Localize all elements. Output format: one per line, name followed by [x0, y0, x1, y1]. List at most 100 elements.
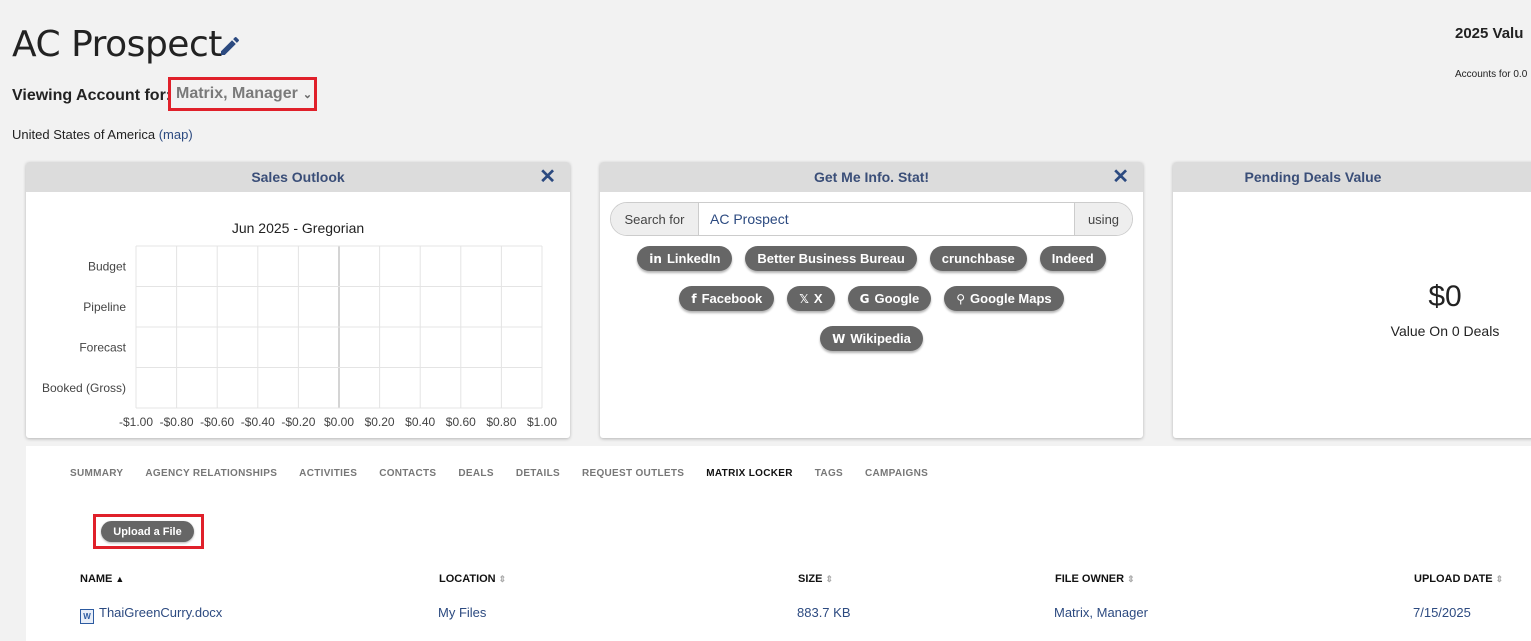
info-panel: Get Me Info. Stat! ✕ Search for AC Prosp… [600, 162, 1143, 438]
chart-svg: -$1.00 -$0.80 -$0.60 -$0.40 -$0.20 $0.00 $0.20… [42, 245, 557, 429]
tab-matrix-locker[interactable]: MATRIX LOCKER [706, 468, 793, 479]
sort-icon: ⇕ [825, 574, 833, 584]
google-icon: G [859, 291, 870, 306]
info-panel-title: Get Me Info. Stat! [813, 169, 930, 185]
column-header-label: FILE OWNER [1055, 573, 1125, 585]
tab-request-outlets[interactable]: REQUEST OUTLETS [582, 468, 684, 479]
tab-contacts[interactable]: CONTACTS [379, 468, 436, 479]
sales-outlook-panel: Sales Outlook ✕ Jun 2025 - Gregorian -$1… [26, 162, 570, 438]
linkedin-icon: in [649, 251, 662, 266]
column-header-size[interactable]: SIZE ⇕ [798, 573, 833, 585]
x-tick-label: -$0.80 [160, 415, 194, 429]
pending-deals-subtitle: Value On 0 Deals [1390, 323, 1500, 339]
upload-date-cell: 7/15/2025 [1413, 605, 1471, 620]
tab-agency-relationships[interactable]: AGENCY RELATIONSHIPS [145, 468, 277, 479]
tab-summary[interactable]: SUMMARY [70, 468, 123, 479]
sort-icon: ⇕ [1495, 574, 1504, 584]
close-icon[interactable]: ✕ [539, 162, 556, 192]
x-tick-label: $0.60 [446, 415, 476, 429]
tab-details[interactable]: DETAILS [516, 468, 560, 479]
summary-title: 2025 Valu [1455, 25, 1524, 42]
search-source-row: W Wikipedia [600, 326, 1143, 351]
search-source-label: Google Maps [970, 291, 1052, 306]
x-tick-label: -$0.60 [200, 415, 234, 429]
column-header-label: UPLOAD DATE [1414, 573, 1493, 585]
search-source-label: Google [874, 291, 920, 306]
chevron-down-icon: ⌄ [302, 88, 313, 101]
search-source-label: crunchbase [941, 251, 1015, 266]
x-tick-label: -$0.40 [241, 415, 275, 429]
account-select-value: Matrix, Manager [176, 85, 298, 102]
country-name: United States of America [12, 127, 156, 142]
file-location-cell[interactable]: My Files [438, 605, 486, 620]
search-source-label: Better Business Bureau [757, 251, 905, 266]
x-tick-label: $0.80 [486, 415, 516, 429]
close-icon[interactable]: ✕ [1112, 162, 1129, 192]
search-google-button[interactable]: G Google [847, 286, 932, 311]
map-link[interactable]: (map) [159, 127, 193, 142]
search-google-maps-button[interactable]: ⚲ Google Maps [944, 286, 1064, 311]
column-header-name[interactable]: NAME ▲ [80, 573, 124, 585]
account-select[interactable]: Matrix, Manager ⌄ [168, 77, 317, 111]
info-panel-header: Get Me Info. Stat! ✕ [600, 162, 1143, 192]
page-title: AC Prospect [12, 24, 222, 65]
column-header-upload-date[interactable]: UPLOAD DATE ⇕ [1414, 573, 1503, 585]
search-linkedin-button[interactable]: in LinkedIn [637, 246, 733, 271]
account-detail-section: SUMMARY AGENCY RELATIONSHIPS ACTIVITIES CON… [26, 446, 1531, 641]
search-source-label: Indeed [1051, 251, 1094, 266]
search-wikipedia-button[interactable]: W Wikipedia [820, 326, 923, 351]
search-source-label: Wikipedia [850, 331, 911, 346]
search-prefix: Search for [611, 203, 699, 235]
tab-tags[interactable]: TAGS [815, 468, 843, 479]
column-header-location[interactable]: LOCATION ⇕ [439, 573, 506, 585]
x-tick-label: $0.20 [365, 415, 395, 429]
tab-campaigns[interactable]: CAMPAIGNS [865, 468, 928, 479]
x-tick-label: -$0.20 [281, 415, 315, 429]
sort-icon: ⇕ [498, 574, 507, 584]
pending-deals-header: Pending Deals Value [1173, 162, 1531, 192]
column-header-label: LOCATION [439, 573, 496, 585]
summary-subtitle: Accounts for 0.0 [1455, 69, 1528, 80]
sales-outlook-header: Sales Outlook ✕ [26, 162, 570, 192]
search-indeed-button[interactable]: Indeed [1039, 246, 1106, 271]
column-header-file-owner[interactable]: FILE OWNER ⇕ [1055, 573, 1135, 585]
map-pin-icon: ⚲ [956, 291, 966, 306]
x-icon: 𝕏 [799, 291, 809, 306]
facebook-icon: f [691, 291, 697, 306]
tab-bar: SUMMARY AGENCY RELATIONSHIPS ACTIVITIES CON… [70, 468, 928, 479]
file-size-cell: 883.7 KB [797, 605, 851, 620]
sales-outlook-title: Sales Outlook [251, 169, 345, 185]
column-header-label: NAME [80, 573, 113, 585]
search-input[interactable]: AC Prospect [699, 203, 1074, 235]
pending-deals-value: $0 [1428, 280, 1462, 313]
search-x-button[interactable]: 𝕏X [787, 286, 835, 311]
pending-deals-panel: Pending Deals Value $0 Value On 0 Deals [1173, 162, 1531, 438]
x-tick-label: $0.40 [405, 415, 435, 429]
category-label: Budget [88, 259, 127, 273]
upload-file-button[interactable]: Upload a File [101, 521, 194, 542]
sales-outlook-chart: Jun 2025 - Gregorian -$1.00 -$0.80 -$0.60-… [26, 192, 570, 438]
pencil-edit-icon[interactable] [218, 34, 242, 58]
tab-activities[interactable]: ACTIVITIES [299, 468, 357, 479]
search-suffix: using [1074, 203, 1132, 235]
search-source-label: X [813, 291, 823, 306]
tab-deals[interactable]: DEALS [458, 468, 493, 479]
wikipedia-icon: W [832, 331, 846, 346]
file-name-cell[interactable]: W ThaiGreenCurry.docx [80, 605, 222, 624]
file-name-link[interactable]: ThaiGreenCurry.docx [99, 605, 222, 620]
info-search-bar: Search for AC Prospect using [610, 202, 1133, 236]
x-tick-label: $1.00 [527, 415, 557, 429]
column-header-label: SIZE [798, 573, 823, 585]
search-source-row: f Facebook 𝕏 X G Google ⚲ Google Maps [600, 286, 1143, 311]
search-facebook-button[interactable]: f Facebook [679, 286, 775, 311]
search-better-business-bureau-button[interactable]: Better Business Bureau [745, 246, 917, 271]
sort-icon: ⇕ [1127, 574, 1135, 584]
search-crunchbase-button[interactable]: crunchbase [929, 246, 1027, 271]
category-label: Forecast [79, 340, 126, 354]
x-tick-label: $0.00 [324, 415, 354, 429]
file-owner-cell[interactable]: Matrix, Manager [1054, 605, 1148, 620]
category-label: Pipeline [83, 300, 126, 314]
search-source-row: in LinkedIn Better Business Bureau crunchba… [600, 246, 1143, 271]
search-source-label: LinkedIn [666, 251, 721, 266]
category-label: Booked (Gross) [42, 381, 126, 395]
